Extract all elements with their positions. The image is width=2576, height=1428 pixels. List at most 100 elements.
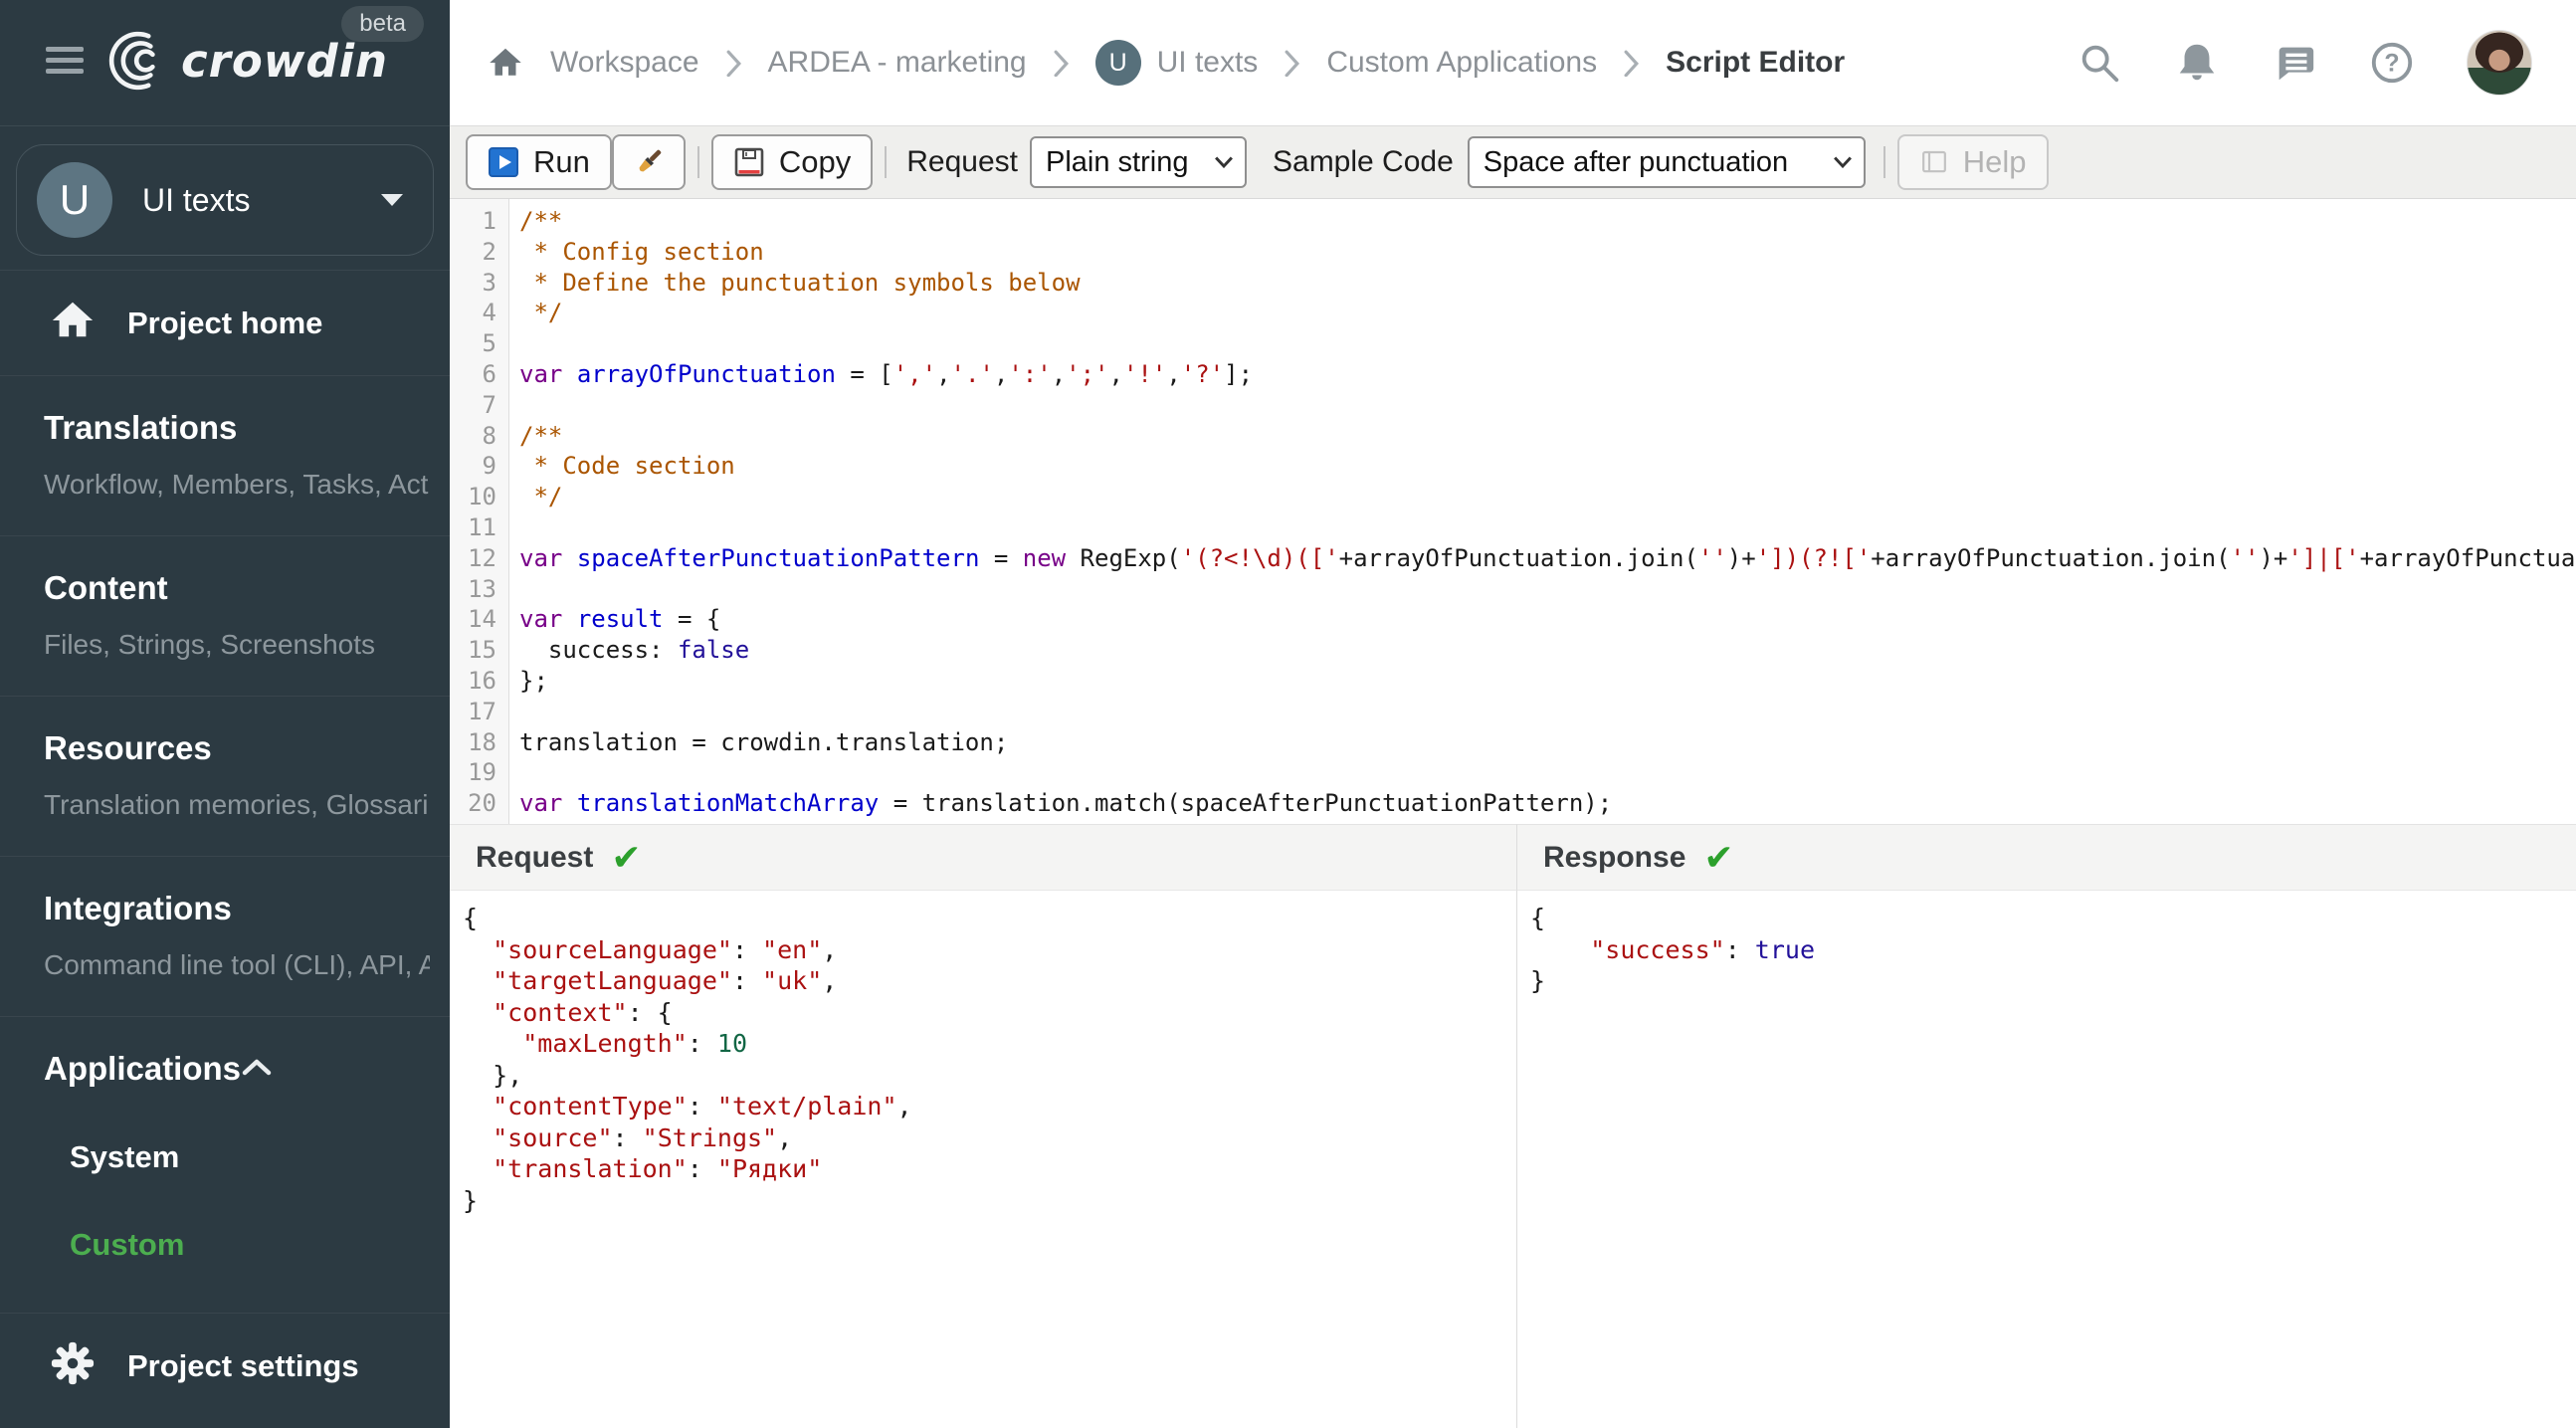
code-line: 8 /**: [450, 421, 2576, 452]
copy-label: Copy: [778, 144, 852, 179]
code-line-text: */: [519, 483, 563, 511]
run-play-icon: [489, 147, 518, 177]
user-avatar[interactable]: [2467, 30, 2532, 96]
bell-icon[interactable]: [2174, 40, 2220, 86]
line-number: 7: [482, 390, 496, 419]
code-content: 1 /** 2 * Config section 3 * Define the pun…: [450, 199, 2576, 824]
code-line: 2 * Config section: [450, 237, 2576, 268]
topbar-actions: ?: [2077, 30, 2532, 96]
line-number: 20: [468, 789, 496, 818]
code-line-text: var result = {: [519, 605, 721, 634]
response-panel-header: Response ✔: [1516, 824, 2576, 891]
line-number: 14: [468, 605, 496, 634]
chevron-right-icon: [726, 50, 741, 77]
code-editor[interactable]: 1 /** 2 * Config section 3 * Define the pun…: [450, 199, 2576, 824]
line-number: 1: [482, 207, 496, 235]
response-panel-title: Response: [1543, 840, 1686, 874]
sample-code-label: Sample Code: [1273, 145, 1454, 178]
toolbar-separator: [696, 146, 699, 178]
line-number: 6: [482, 359, 496, 388]
breadcrumb-item-custom-applications[interactable]: Custom Applications: [1326, 46, 1597, 80]
help-icon[interactable]: ?: [2369, 40, 2415, 86]
crowdin-script-editor-app: crowdin beta U UI texts Project home Tran…: [0, 0, 2576, 1428]
crowdin-logo-icon: [108, 31, 155, 91]
success-check-icon: ✔: [611, 836, 642, 878]
code-line-text: * Code section: [519, 452, 735, 481]
sidebar-section-resources[interactable]: Resources Translation memories, Glossari…: [0, 697, 450, 856]
crowdin-logo[interactable]: crowdin: [107, 28, 388, 94]
sidebar-section-translations[interactable]: Translations Workflow, Members, Tasks, Ac…: [0, 376, 450, 535]
sidebar-group-title: Applications: [44, 1050, 242, 1087]
toolbar-separator: [1882, 146, 1885, 178]
json-line: }: [1530, 966, 1546, 995]
project-avatar: U: [37, 162, 112, 238]
sidebar-section-subtitle: Files, Strings, Screenshots: [44, 629, 376, 660]
code-line-text: var translationMatchArray = translation.…: [519, 789, 1613, 818]
line-number: 18: [468, 727, 496, 756]
breadcrumb-item-script-editor: Script Editor: [1666, 46, 1845, 80]
help-button: Help: [1896, 134, 2049, 190]
json-line: "sourceLanguage": "en",: [493, 934, 838, 964]
code-line: 7: [450, 390, 2576, 421]
sidebar-section-title: Resources: [44, 729, 212, 766]
menu-toggle-button[interactable]: [46, 47, 86, 80]
chat-icon[interactable]: [2272, 40, 2317, 86]
json-line: }: [463, 1185, 479, 1215]
sidebar-section-integrations[interactable]: Integrations Command line tool (CLI), API…: [0, 857, 450, 1016]
line-number: 13: [468, 574, 496, 603]
chevron-down-icon: [1833, 156, 1852, 168]
run-button[interactable]: Run: [466, 134, 612, 190]
json-line: {: [1530, 904, 1546, 932]
code-line: 18 translation = crowdin.translation;: [450, 727, 2576, 758]
format-button[interactable]: [611, 134, 686, 190]
breadcrumb-label: Custom Applications: [1326, 46, 1598, 79]
sidebar-group-header[interactable]: Applications: [44, 1050, 410, 1088]
chevron-down-icon: [1215, 156, 1233, 168]
brush-icon: [639, 149, 662, 172]
sidebar-item-project-settings[interactable]: Project settings: [0, 1314, 450, 1418]
request-panel-header: Request ✔: [450, 824, 1516, 891]
line-number: 3: [482, 268, 496, 297]
breadcrumb-home-icon[interactable]: [488, 45, 523, 81]
code-line-text: */: [519, 299, 563, 327]
code-line-text: /**: [519, 207, 563, 235]
sample-code-value: Space after punctuation: [1483, 145, 1789, 178]
line-number: 5: [482, 329, 496, 358]
project-name: UI texts: [142, 181, 251, 218]
sidebar-section-content[interactable]: Content Files, Strings, Screenshots: [0, 536, 450, 696]
line-number: 8: [482, 421, 496, 450]
sidebar-section-subtitle: Translation memories, Glossari…: [44, 789, 430, 820]
code-line: 20 var translationMatchArray = translatio…: [450, 788, 2576, 819]
line-number: 15: [468, 636, 496, 665]
line-number: 12: [468, 543, 496, 572]
sample-code-select[interactable]: Space after punctuation: [1467, 136, 1866, 188]
copy-button[interactable]: Copy: [710, 134, 874, 190]
crowdin-wordmark: crowdin: [181, 34, 389, 88]
sidebar-section-subtitle: Workflow, Members, Tasks, Act…: [44, 469, 430, 500]
request-panel-title: Request: [476, 840, 594, 874]
hamburger-icon: [46, 47, 84, 52]
help-book-icon: [1921, 150, 1946, 173]
line-number: 11: [468, 512, 496, 541]
request-mode-select[interactable]: Plain string: [1030, 136, 1247, 188]
code-line-text: var arrayOfPunctuation = [',','.',':',';…: [519, 359, 1254, 388]
search-icon[interactable]: [2077, 40, 2122, 86]
breadcrumb-item-ui-texts[interactable]: U UI texts: [1094, 40, 1258, 86]
code-line: 3 * Define the punctuation symbols below: [450, 268, 2576, 299]
sidebar-item-custom[interactable]: Custom: [44, 1227, 410, 1263]
sidebar-item-project-home[interactable]: Project home: [0, 271, 450, 375]
request-json-editor[interactable]: { "sourceLanguage": "en", "targetLanguag…: [450, 891, 1516, 1428]
json-line: "success": true: [1590, 934, 1816, 964]
main-area: Workspace ARDEA - marketing U UI texts Custo…: [450, 0, 2576, 1428]
code-line: 5: [450, 328, 2576, 359]
sidebar-group-applications: Applications System Custom: [0, 1017, 450, 1313]
sidebar-item-system[interactable]: System: [44, 1139, 410, 1175]
breadcrumb-item-workspace[interactable]: Workspace: [550, 46, 699, 80]
project-switcher[interactable]: U UI texts: [16, 144, 434, 256]
code-line: 9 * Code section: [450, 451, 2576, 482]
breadcrumb-item-ardea---marketing[interactable]: ARDEA - marketing: [768, 46, 1027, 80]
svg-text:?: ?: [2384, 50, 2399, 78]
